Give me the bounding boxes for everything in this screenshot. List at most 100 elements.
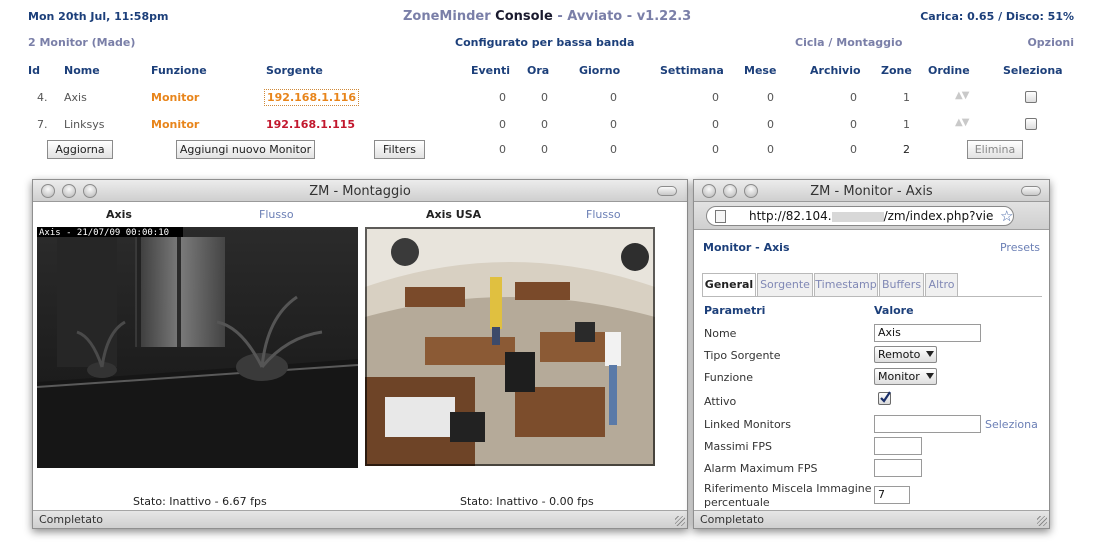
cam2-image (365, 227, 655, 466)
window-title: ZM - Monitor - Axis (810, 184, 933, 199)
cycle-link[interactable]: Cicla (795, 36, 825, 49)
col-name[interactable]: Nome (64, 64, 100, 77)
cam1-status: Stato: Inattivo - 6.67 fps (133, 495, 267, 508)
options-link[interactable]: Opzioni (1027, 36, 1074, 49)
datetime: Mon 20th Jul, 11:58pm (28, 10, 169, 23)
url-path: /zm/index.php?vie (883, 209, 994, 223)
tab-timestamp[interactable]: Timestamp (814, 273, 878, 296)
monitor-titlebar[interactable]: ZM - Monitor - Axis (694, 180, 1049, 202)
url-host: http://82.104. (749, 209, 832, 223)
row-zones[interactable]: 1 (903, 118, 910, 131)
version-link[interactable]: v1.22.3 (637, 9, 692, 24)
row-source-link[interactable]: 192.168.1.115 (266, 118, 355, 131)
row-hour[interactable]: 0 (541, 91, 548, 104)
row-select-checkbox[interactable] (1025, 118, 1037, 130)
col-month[interactable]: Mese (744, 64, 776, 77)
filters-button[interactable]: Filters (374, 140, 425, 159)
cam1-stream-link[interactable]: Flusso (259, 208, 294, 221)
row-archive[interactable]: 0 (850, 91, 857, 104)
run-state-link[interactable]: Avviato (567, 9, 622, 24)
total-week: 0 (712, 143, 719, 156)
col-hour[interactable]: Ora (527, 64, 549, 77)
name-input[interactable]: Axis (874, 324, 981, 342)
tab-other[interactable]: Altro (925, 273, 958, 296)
url-field[interactable]: http://82.104. /zm/index.php?vie ☆ (706, 206, 1014, 226)
cam1-feed[interactable]: Axis - 21/07/09 00:00:10 (37, 227, 358, 468)
col-zones[interactable]: Zone (881, 64, 912, 77)
row-zones[interactable]: 1 (903, 91, 910, 104)
title-separator: - (557, 9, 563, 24)
row-day[interactable]: 0 (610, 118, 617, 131)
linked-monitors-input[interactable] (874, 415, 981, 433)
row-source-link[interactable]: 192.168.1.116 (264, 89, 360, 106)
console-label: Console (495, 9, 553, 24)
alarm-fps-input[interactable] (874, 459, 922, 477)
function-select[interactable]: Monitor (874, 368, 937, 385)
resize-grip-icon[interactable] (1037, 516, 1047, 526)
col-archive[interactable]: Archivio (810, 64, 861, 77)
row-archive[interactable]: 0 (850, 118, 857, 131)
param-header: Parametri (704, 304, 766, 317)
tab-source[interactable]: Sorgente (757, 273, 813, 296)
total-zones: 2 (903, 143, 910, 156)
presets-link[interactable]: Presets (1000, 241, 1040, 254)
row-name-link[interactable]: Linksys (64, 118, 105, 131)
order-up-down-icon[interactable]: ▲▼ (955, 90, 969, 101)
alarm-fps-label: Alarm Maximum FPS (704, 462, 818, 475)
cam2-name: Axis USA (426, 208, 482, 221)
max-fps-input[interactable] (874, 437, 922, 455)
tab-buffers[interactable]: Buffers (879, 273, 924, 296)
cam2-stream-link[interactable]: Flusso (586, 208, 621, 221)
url-redacted-block (831, 211, 884, 222)
col-function[interactable]: Funzione (151, 64, 207, 77)
max-fps-label: Massimi FPS (704, 440, 772, 453)
row-function-link[interactable]: Monitor (151, 118, 199, 131)
bookmark-star-icon[interactable]: ☆ (1000, 207, 1013, 225)
col-events[interactable]: Eventi (471, 64, 510, 77)
source-type-select[interactable]: Remoto (874, 346, 937, 363)
col-source[interactable]: Sorgente (266, 64, 323, 77)
resize-grip-icon[interactable] (675, 516, 685, 526)
bandwidth-link[interactable]: Configurato per bassa banda (455, 36, 634, 49)
monitor-window: ZM - Monitor - Axis http://82.104. /zm/in… (693, 179, 1050, 529)
row-events[interactable]: 0 (499, 118, 506, 131)
row-month[interactable]: 0 (767, 91, 774, 104)
toolbar-toggle-button[interactable] (1021, 186, 1041, 196)
montage-link[interactable]: Montaggio (836, 36, 902, 49)
delete-button[interactable]: Elimina (967, 140, 1023, 159)
row-hour[interactable]: 0 (541, 118, 548, 131)
row-name-link[interactable]: Axis (64, 91, 87, 104)
chevron-down-icon (926, 351, 934, 357)
col-select: Seleziona (1003, 64, 1063, 77)
col-week[interactable]: Settimana (660, 64, 724, 77)
col-day[interactable]: Giorno (579, 64, 620, 77)
row-week[interactable]: 0 (712, 91, 719, 104)
total-events: 0 (499, 143, 506, 156)
blend-label-2: percentuale (704, 496, 770, 509)
montage-titlebar[interactable]: ZM - Montaggio (33, 180, 687, 202)
montage-statusbar: Completato (33, 510, 687, 528)
blend-input[interactable]: 7 (874, 486, 910, 504)
page-icon (715, 210, 726, 223)
row-function-link[interactable]: Monitor (151, 91, 199, 104)
toolbar-toggle-button[interactable] (657, 186, 677, 196)
monitor-count: 2 Monitor (Made) (28, 36, 136, 49)
linked-select-link[interactable]: Seleziona (985, 418, 1038, 431)
col-id[interactable]: Id (28, 64, 40, 77)
total-day: 0 (610, 143, 617, 156)
montage-window: ZM - Montaggio Axis Flusso Axis USA Flus… (32, 179, 688, 529)
row-day[interactable]: 0 (610, 91, 617, 104)
row-events[interactable]: 0 (499, 91, 506, 104)
value-header: Valore (874, 304, 914, 317)
row-week[interactable]: 0 (712, 118, 719, 131)
order-up-down-icon[interactable]: ▲▼ (955, 117, 969, 128)
tab-general[interactable]: General (702, 273, 756, 297)
cam2-feed[interactable] (365, 227, 655, 466)
add-monitor-button[interactable]: Aggiungi nuovo Monitor (176, 140, 315, 159)
active-checkbox[interactable] (878, 391, 891, 405)
chevron-down-icon (926, 373, 934, 379)
refresh-button[interactable]: Aggiorna (47, 140, 113, 159)
row-month[interactable]: 0 (767, 118, 774, 131)
row-select-checkbox[interactable] (1025, 91, 1037, 103)
total-month: 0 (767, 143, 774, 156)
